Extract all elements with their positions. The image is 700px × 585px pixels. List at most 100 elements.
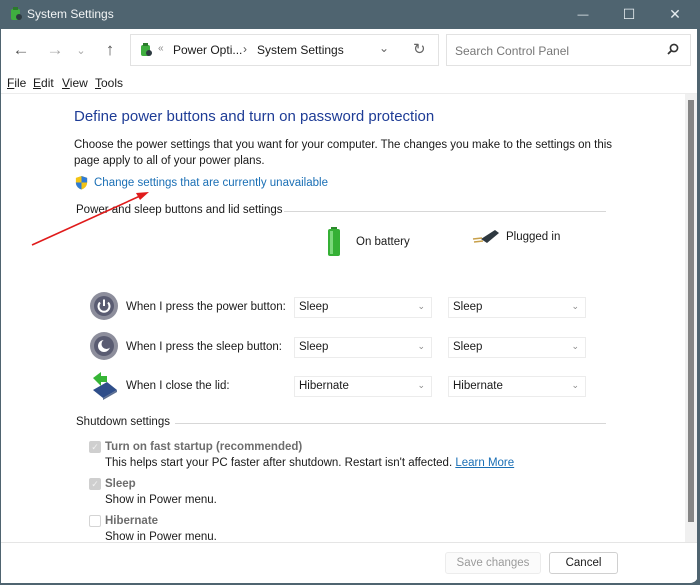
menu-tools-label: ools xyxy=(101,76,124,90)
power-button-on-battery-select[interactable]: Sleep ⌄ xyxy=(294,297,432,318)
minimize-icon: — xyxy=(577,8,589,21)
forward-button[interactable]: → xyxy=(43,39,67,61)
column-header-plugged-in: Plugged in xyxy=(471,227,560,247)
menu-tools[interactable]: Tools xyxy=(95,76,123,90)
chevron-down-icon: ⌄ xyxy=(571,341,579,351)
cancel-button[interactable]: Cancel xyxy=(549,552,618,574)
close-lid-label: When I close the lid: xyxy=(126,380,230,392)
menu-file-label: ile xyxy=(14,76,27,90)
scrollbar-thumb[interactable] xyxy=(688,100,694,522)
menu-file[interactable]: File xyxy=(7,76,26,90)
chevron-down-icon: ⌄ xyxy=(417,380,425,390)
sleep-button-on-battery-select[interactable]: Sleep ⌄ xyxy=(294,337,432,358)
learn-more-link[interactable]: Learn More xyxy=(455,457,514,469)
power-plug-icon xyxy=(472,230,499,243)
up-arrow-icon: ↑ xyxy=(105,40,115,59)
back-arrow-icon: ← xyxy=(12,40,30,59)
selected-value: Hibernate xyxy=(453,380,503,392)
checkbox-checked-icon[interactable]: ✓ xyxy=(89,441,101,453)
close-icon: ✕ xyxy=(669,6,681,22)
hibernate-checkbox[interactable]: Hibernate xyxy=(89,515,158,527)
chevron-down-icon: ⌄ xyxy=(417,301,425,311)
maximize-button[interactable]: ☐ xyxy=(606,0,652,29)
power-button-icon xyxy=(90,292,118,320)
fast-startup-description: This helps start your PC faster after sh… xyxy=(105,457,514,469)
checkbox-checked-icon[interactable]: ✓ xyxy=(89,478,101,490)
menu-view-accel: V xyxy=(62,76,70,90)
chevron-down-icon: ⌄ xyxy=(417,341,425,351)
laptop-lid-icon xyxy=(93,372,117,400)
vertical-scrollbar[interactable] xyxy=(685,94,697,544)
search-icon[interactable] xyxy=(666,42,680,56)
selected-value: Hibernate xyxy=(299,380,349,392)
footer-bar: Save changes Cancel xyxy=(1,542,697,583)
menu-edit-accel: E xyxy=(33,76,42,90)
page-title: Define power buttons and turn on passwor… xyxy=(74,108,435,125)
hibernate-checkbox-label: Hibernate xyxy=(105,515,159,527)
shutdown-group-divider xyxy=(175,423,606,424)
search-input[interactable] xyxy=(453,41,657,61)
chevron-down-icon: ⌄ xyxy=(76,44,86,57)
power-options-icon xyxy=(141,43,152,56)
window-client: ← → ⌄ ↑ « Power Opti... › System Setting… xyxy=(1,29,697,583)
content-area: Define power buttons and turn on passwor… xyxy=(1,94,685,542)
selected-value: Sleep xyxy=(453,341,483,353)
maximize-icon: ☐ xyxy=(622,6,636,22)
breadcrumb-separator-icon[interactable]: › xyxy=(243,42,247,56)
sleep-button-plugged-in-select[interactable]: Sleep ⌄ xyxy=(448,337,586,358)
navigation-bar: ← → ⌄ ↑ « Power Opti... › System Setting… xyxy=(1,29,697,73)
address-dropdown-icon[interactable]: ⌄ xyxy=(379,41,389,55)
sleep-description: Show in Power menu. xyxy=(105,494,217,506)
sleep-checkbox-label: Sleep xyxy=(105,478,136,490)
fast-startup-checkbox[interactable]: ✓ Turn on fast startup (recommended) xyxy=(89,441,302,453)
save-changes-button[interactable]: Save changes xyxy=(445,552,541,574)
breadcrumb-power-options[interactable]: Power Opti... xyxy=(173,43,242,57)
power-button-plugged-in-select[interactable]: Sleep ⌄ xyxy=(448,297,586,318)
hibernate-description: Show in Power menu. xyxy=(105,531,217,542)
menu-bar: File Edit View Tools xyxy=(1,73,697,94)
address-bar[interactable]: « Power Opti... › System Settings ⌄ ↻ xyxy=(130,34,439,66)
sleep-button-icon xyxy=(90,332,118,360)
selected-value: Sleep xyxy=(299,341,329,353)
forward-arrow-icon: → xyxy=(46,40,64,59)
up-button[interactable]: ↑ xyxy=(98,39,122,61)
column-header-on-battery: On battery xyxy=(327,227,410,257)
change-settings-link[interactable]: Change settings that are currently unava… xyxy=(74,175,328,190)
fast-startup-label: Turn on fast startup (recommended) xyxy=(105,441,303,453)
back-button[interactable]: ← xyxy=(9,39,33,61)
system-settings-window: System Settings — ☐ ✕ ← → ⌄ ↑ « Power Op… xyxy=(0,0,698,583)
page-description: Choose the power settings that you want … xyxy=(74,139,613,167)
recent-locations-button[interactable]: ⌄ xyxy=(69,39,93,61)
battery-icon xyxy=(328,227,340,256)
refresh-icon[interactable]: ↻ xyxy=(413,40,426,58)
window-title: System Settings xyxy=(27,7,114,21)
fast-startup-description-text: This helps start your PC faster after sh… xyxy=(105,457,453,469)
sleep-button-label: When I press the sleep button: xyxy=(126,341,282,353)
uac-shield-icon xyxy=(75,175,88,190)
address-overflow-icon[interactable]: « xyxy=(158,43,164,54)
search-box[interactable] xyxy=(446,34,691,66)
shutdown-group-header: Shutdown settings xyxy=(76,416,170,428)
close-lid-plugged-in-select[interactable]: Hibernate ⌄ xyxy=(448,376,586,397)
power-button-label: When I press the power button: xyxy=(126,301,286,313)
chevron-down-icon: ⌄ xyxy=(571,380,579,390)
selected-value: Sleep xyxy=(299,301,329,313)
chevron-down-icon: ⌄ xyxy=(571,301,579,311)
menu-edit-label: dit xyxy=(41,76,54,90)
power-group-divider xyxy=(284,211,606,212)
power-options-icon xyxy=(11,7,22,20)
selected-value: Sleep xyxy=(453,301,483,313)
minimize-button[interactable]: — xyxy=(560,0,606,29)
close-button[interactable]: ✕ xyxy=(652,0,698,29)
change-settings-label[interactable]: Change settings that are currently unava… xyxy=(94,177,328,189)
plugged-in-label: Plugged in xyxy=(506,231,561,243)
on-battery-label: On battery xyxy=(356,236,410,248)
menu-view[interactable]: View xyxy=(62,76,88,90)
power-group-header: Power and sleep buttons and lid settings xyxy=(76,204,283,216)
close-lid-on-battery-select[interactable]: Hibernate ⌄ xyxy=(294,376,432,397)
menu-edit[interactable]: Edit xyxy=(33,76,54,90)
breadcrumb-system-settings[interactable]: System Settings xyxy=(257,43,344,57)
title-bar[interactable]: System Settings — ☐ ✕ xyxy=(0,0,698,29)
sleep-checkbox[interactable]: ✓ Sleep xyxy=(89,478,136,490)
checkbox-unchecked-icon[interactable] xyxy=(89,515,101,527)
